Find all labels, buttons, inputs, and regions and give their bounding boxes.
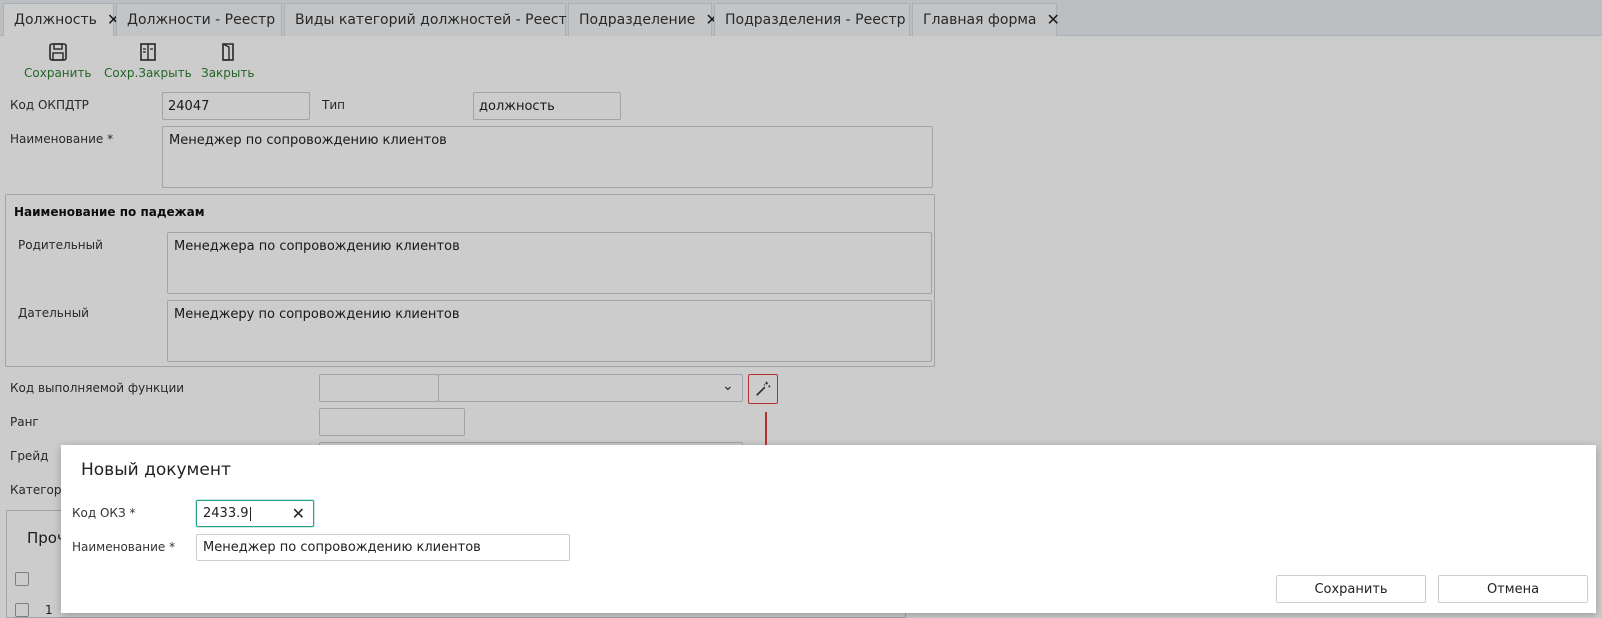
dialog-name-label: Наименование * [72,540,176,554]
clear-icon[interactable]: ✕ [292,504,305,523]
new-document-dialog: Новый документ Код ОКЗ * 2433.9 ✕ Наимен… [61,445,1596,613]
dialog-save-button[interactable]: Сохранить [1276,575,1426,603]
dialog-name-field[interactable]: Менеджер по сопровождению клиентов [196,534,570,561]
dialog-title: Новый документ [81,460,231,480]
okz-label: Код ОКЗ * [72,506,136,520]
dialog-cancel-button[interactable]: Отмена [1438,575,1588,603]
okz-value: 2433.9 [203,506,249,521]
okz-field[interactable]: 2433.9 ✕ [196,500,314,527]
text-caret [249,506,251,521]
